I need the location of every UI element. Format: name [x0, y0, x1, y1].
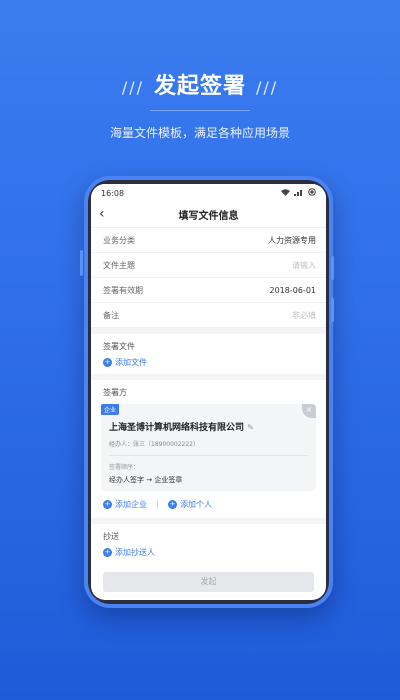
- hero-title-text: 发起签署: [153, 74, 246, 99]
- nav-bar: ‹ 填写文件信息: [91, 202, 326, 228]
- cc-section: 抄送 + 添加抄送人: [91, 524, 326, 564]
- status-bar: 16:08: [91, 184, 326, 202]
- add-file-button[interactable]: + 添加文件: [103, 357, 314, 368]
- plus-icon: +: [168, 500, 177, 509]
- battery-icon: [308, 188, 316, 198]
- add-company-button[interactable]: + 添加企业: [103, 499, 147, 510]
- expiry-date[interactable]: 2018-06-01: [270, 286, 317, 295]
- add-person-button[interactable]: + 添加个人: [168, 499, 212, 510]
- company-name-text: 上海圣博计算机网络科技有限公司: [109, 423, 245, 433]
- page-title: 填写文件信息: [178, 211, 239, 222]
- hero-slashes-left: ///: [121, 78, 144, 97]
- form-value: 人力资源专用: [268, 235, 316, 245]
- status-time: 16:08: [101, 188, 125, 198]
- handler-info: 经办人：张三（18900002222）: [109, 441, 199, 448]
- form-label: 业务分类: [103, 235, 135, 245]
- edit-icon[interactable]: ✎: [247, 423, 254, 432]
- submit-button[interactable]: 发起: [103, 572, 314, 592]
- subject-input[interactable]: 请输入: [292, 260, 316, 271]
- form-row-remark[interactable]: 备注 非必填: [91, 303, 326, 328]
- phone-side-button: [331, 298, 334, 322]
- divider: [157, 500, 158, 509]
- form-row-subject[interactable]: 文件主题 请输入: [91, 253, 326, 278]
- form-label: 文件主题: [103, 260, 135, 270]
- files-section: 签署文件 + 添加文件: [91, 334, 326, 374]
- hero-subtitle: 海量文件模板，满足各种应用场景: [109, 126, 290, 140]
- close-icon[interactable]: ×: [302, 404, 316, 418]
- add-company-label: 添加企业: [115, 500, 147, 509]
- section-title: 签署文件: [103, 342, 135, 351]
- signer-card[interactable]: 企业 × 上海圣博计算机网络科技有限公司 ✎ 经办人：张三（1890000222…: [101, 404, 316, 491]
- phone-side-button: [80, 250, 83, 276]
- phone-screen: 16:08 ‹ 填写文件信息 业务分类 人力资源专用 文件主题 请输入 签署有效…: [91, 184, 326, 600]
- company-name: 上海圣博计算机网络科技有限公司 ✎: [109, 420, 308, 433]
- section-title: 抄送: [103, 532, 119, 541]
- add-file-label: 添加文件: [115, 358, 147, 367]
- phone-side-button: [331, 256, 334, 280]
- form-row-category[interactable]: 业务分类 人力资源专用: [91, 228, 326, 253]
- divider: [109, 455, 308, 456]
- sign-order-flow: 经办人签字 → 企业签章: [109, 476, 183, 484]
- form-label: 备注: [103, 310, 119, 320]
- add-person-label: 添加个人: [180, 500, 212, 509]
- remark-input[interactable]: 非必填: [292, 310, 316, 321]
- add-signer-row: + 添加企业 + 添加个人: [91, 491, 326, 518]
- back-icon[interactable]: ‹: [99, 206, 105, 222]
- sign-order-label: 签署顺序：: [109, 464, 140, 471]
- plus-icon: +: [103, 358, 112, 367]
- add-cc-button[interactable]: + 添加抄送人: [103, 547, 314, 558]
- wifi-icon: [281, 188, 290, 198]
- signal-icon: [294, 189, 304, 198]
- signers-section: 签署方: [91, 380, 326, 398]
- plus-icon: +: [103, 548, 112, 557]
- section-title: 签署方: [103, 388, 127, 397]
- signer-type-badge: 企业: [101, 404, 120, 415]
- form-row-expiry[interactable]: 签署有效期 2018-06-01: [91, 278, 326, 303]
- plus-icon: +: [103, 500, 112, 509]
- hero-slashes-right: ///: [256, 78, 279, 97]
- status-icons: [281, 188, 316, 198]
- add-cc-label: 添加抄送人: [115, 548, 155, 557]
- hero-divider: [150, 110, 250, 111]
- form-label: 签署有效期: [103, 285, 143, 295]
- hero-title: /// 发起签署 ///: [0, 68, 400, 100]
